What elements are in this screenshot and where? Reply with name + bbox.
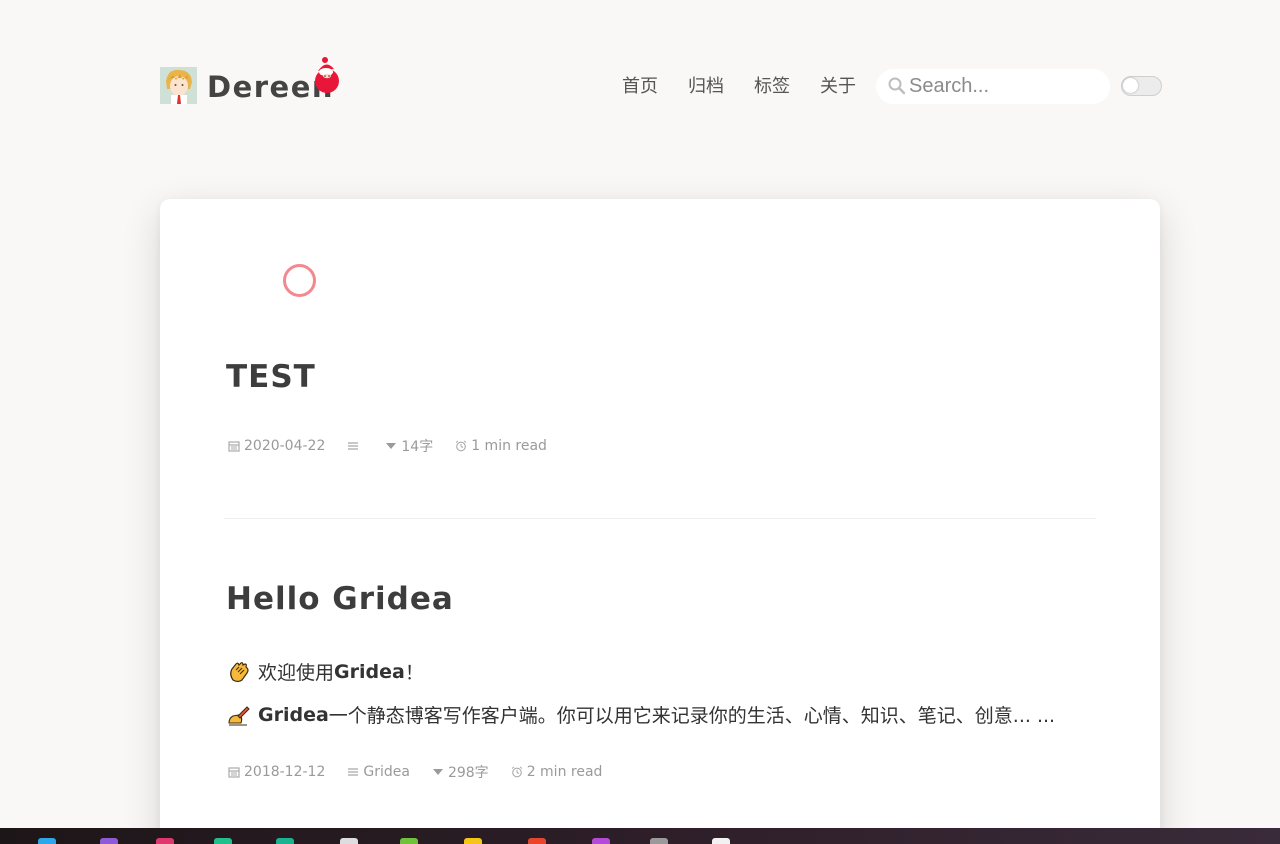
- taskbar-app-icon[interactable]: [592, 838, 610, 844]
- taskbar-app-icon[interactable]: [400, 838, 418, 844]
- theme-toggle[interactable]: [1121, 76, 1162, 96]
- post-read-time: 1 min read: [455, 438, 547, 454]
- post-words: 298字: [432, 762, 489, 782]
- search-icon: [887, 76, 907, 96]
- taskbar-app-icon[interactable]: [100, 838, 118, 844]
- post-title[interactable]: TEST: [226, 359, 316, 395]
- toggle-knob: [1123, 78, 1138, 93]
- post-date: 2018-12-12: [228, 764, 325, 780]
- calendar-icon: [228, 440, 240, 452]
- post-tag[interactable]: [347, 440, 363, 452]
- search-input[interactable]: [909, 73, 1099, 100]
- taskbar-app-icon[interactable]: [464, 838, 482, 844]
- santa-icon: [312, 56, 340, 94]
- taskbar-app-icon[interactable]: [712, 838, 730, 844]
- post-excerpt-line: 欢迎使用 Gridea！: [227, 658, 424, 685]
- nav-about[interactable]: 关于: [820, 72, 856, 98]
- alarm-clock-icon: [455, 440, 467, 452]
- avatar[interactable]: [160, 67, 197, 104]
- clapping-hands-icon: [227, 660, 251, 684]
- nav-tags[interactable]: 标签: [754, 72, 790, 98]
- post-words: 14字: [385, 436, 433, 456]
- post-date: 2020-04-22: [228, 438, 325, 454]
- list-icon: [347, 766, 359, 778]
- post-meta: 2018-12-12 Gridea 298字 2 min read: [228, 763, 602, 781]
- post-read-time: 2 min read: [511, 764, 602, 780]
- os-taskbar: [0, 828, 1280, 844]
- main-nav: 首页 归档 标签 关于: [622, 72, 856, 98]
- list-icon: [347, 440, 359, 452]
- taskbar-app-icon[interactable]: [276, 838, 294, 844]
- post-tag[interactable]: Gridea: [347, 764, 410, 780]
- taskbar-app-icon[interactable]: [214, 838, 232, 844]
- taskbar-app-icon[interactable]: [38, 838, 56, 844]
- taskbar-app-icon[interactable]: [156, 838, 174, 844]
- post-excerpt-line: Gridea 一个静态博客写作客户端。你可以用它来记录你的生活、心情、知识、笔记…: [227, 701, 1055, 728]
- search-box[interactable]: [876, 69, 1110, 104]
- loading-ring-icon: [283, 264, 316, 297]
- alarm-clock-icon: [511, 766, 523, 778]
- post-divider: [224, 518, 1096, 519]
- writing-hand-icon: [227, 703, 251, 727]
- nav-archive[interactable]: 归档: [688, 72, 724, 98]
- calendar-icon: [228, 766, 240, 778]
- taskbar-app-icon[interactable]: [340, 838, 358, 844]
- post-list-card: TEST 2020-04-22 14字 1 min read Hello Gri…: [160, 199, 1160, 844]
- post-title[interactable]: Hello Gridea: [226, 581, 454, 617]
- taskbar-app-icon[interactable]: [650, 838, 668, 844]
- post-meta: 2020-04-22 14字 1 min read: [228, 437, 547, 455]
- caret-down-icon: [432, 766, 444, 778]
- taskbar-app-icon[interactable]: [528, 838, 546, 844]
- caret-down-icon: [385, 440, 397, 452]
- site-header: Dereen 首页 归档 标签 关于: [160, 56, 1162, 116]
- nav-home[interactable]: 首页: [622, 72, 658, 98]
